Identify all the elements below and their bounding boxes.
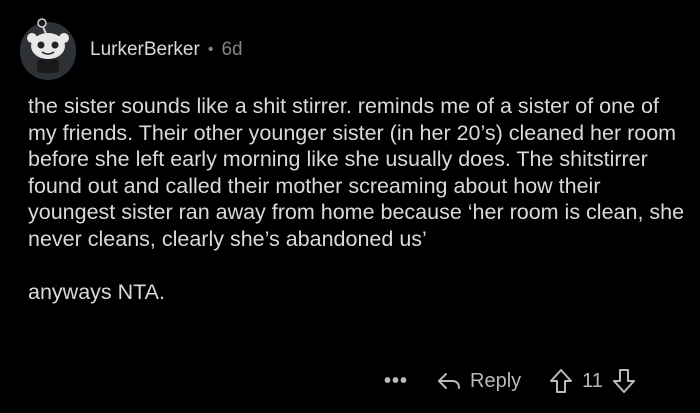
comment-actions: ••• Reply 11 bbox=[380, 364, 690, 398]
avatar[interactable] bbox=[20, 18, 76, 80]
downvote-icon[interactable] bbox=[612, 368, 636, 394]
meta-separator: • bbox=[207, 41, 214, 58]
comment: LurkerBerker • 6d the sister sounds like… bbox=[0, 0, 700, 413]
comment-meta: LurkerBerker • 6d bbox=[90, 39, 243, 61]
upvote-icon[interactable] bbox=[549, 368, 573, 394]
reply-label: Reply bbox=[470, 369, 522, 392]
more-options-button[interactable]: ••• bbox=[380, 370, 412, 393]
username[interactable]: LurkerBerker bbox=[90, 39, 200, 61]
vote-count: 11 bbox=[582, 369, 603, 392]
comment-paragraph: anyways NTA. bbox=[28, 279, 165, 304]
comment-body: the sister sounds like a shit stirrer. r… bbox=[28, 93, 688, 305]
timestamp: 6d bbox=[221, 39, 243, 60]
comment-header: LurkerBerker • 6d bbox=[20, 12, 243, 88]
reply-icon bbox=[438, 373, 460, 389]
vote-controls: 11 bbox=[549, 368, 636, 394]
reply-button[interactable]: Reply bbox=[436, 370, 521, 393]
snoo-avatar-icon bbox=[20, 18, 76, 80]
comment-paragraph: the sister sounds like a shit stirrer. r… bbox=[28, 94, 685, 251]
